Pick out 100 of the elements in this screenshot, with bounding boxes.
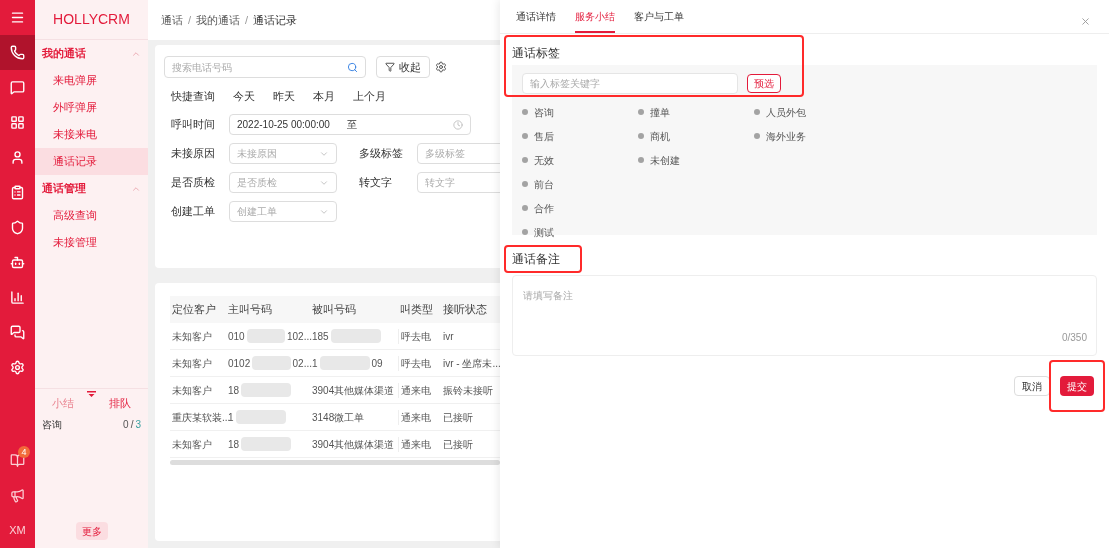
tag-label[interactable]: 合作 <box>534 200 554 216</box>
user-initials[interactable]: XM <box>9 513 26 548</box>
section-title: 通话备注 <box>511 251 560 268</box>
tag-label[interactable]: 前台 <box>534 176 554 192</box>
table-cell-text: 3148微工单 <box>312 410 365 425</box>
breadcrumb-separator: / <box>188 12 192 28</box>
tag-label[interactable]: 测试 <box>534 224 554 240</box>
tag-label[interactable]: 咨询 <box>534 104 554 120</box>
queue-tab[interactable]: 排队 <box>108 394 131 411</box>
column-header: 定位客户 <box>171 302 217 318</box>
table-cell-text: 18 <box>228 437 240 452</box>
settings-icon[interactable] <box>435 61 447 73</box>
queue-tab[interactable]: 小结 <box>52 394 75 411</box>
table-cell-text: 3904其他媒体渠道 <box>312 437 395 452</box>
phone-button[interactable] <box>0 35 35 70</box>
quick-query-option[interactable]: 今天 <box>233 87 255 105</box>
range-separator: 至 <box>347 118 357 132</box>
user-icon <box>10 150 25 165</box>
search-icon <box>347 61 358 73</box>
book-icon[interactable] <box>10 453 25 468</box>
tag-label[interactable]: 商机 <box>650 128 670 144</box>
collapse-button[interactable]: 收起 <box>376 56 430 78</box>
section-title: 通话标签 <box>511 45 561 62</box>
quick-query-option[interactable]: 昨天 <box>273 87 295 105</box>
field-label: 转文字 <box>359 175 393 191</box>
table-cell: 通来电 <box>398 382 443 398</box>
drawer-tab[interactable]: 客户与工单 <box>634 9 684 33</box>
column-header: 接听状态 <box>443 302 488 318</box>
tag-search-field[interactable]: 输入标签关键字 <box>522 73 738 94</box>
start-date: 2022-10-25 00:00:00 <box>237 118 331 132</box>
table-cell-text: 102... <box>286 329 312 344</box>
menu-icon <box>10 10 25 25</box>
select-field[interactable]: 是否质检 <box>229 172 337 193</box>
clipboard-icon <box>10 185 25 200</box>
quick-query-label: 快捷查询 <box>171 88 215 104</box>
table-cell-text: 1 <box>228 410 234 425</box>
quick-query-option[interactable]: 本月 <box>313 87 335 105</box>
tag-label[interactable]: 人员外包 <box>766 104 806 120</box>
table-cell-text: 未知客户 <box>171 329 213 344</box>
horizontal-scrollbar[interactable] <box>170 460 500 465</box>
clock-icon <box>453 119 463 130</box>
nav-item[interactable]: 未接来电 <box>35 121 148 148</box>
field-label: 是否质检 <box>171 175 216 191</box>
date-range-field[interactable]: 2022-10-25 00:00:00 至 <box>229 114 471 135</box>
table-cell-text: 振铃未接听 <box>443 383 494 398</box>
nav-group-header[interactable]: 通话管理 <box>35 175 148 202</box>
table-cell-text: 185 <box>312 329 329 344</box>
select-field[interactable]: 未接原因 <box>229 143 337 164</box>
queue-total: 3 <box>135 418 141 432</box>
table-cell-text: 未知客户 <box>171 383 213 398</box>
tag-label[interactable]: 撞单 <box>650 104 670 120</box>
table-cell-text: 1 <box>312 356 318 371</box>
table-cell: 通来电 <box>398 436 443 452</box>
shield-icon <box>10 220 25 235</box>
table-cell-text: 18 <box>228 383 240 398</box>
character-counter: 0/350 <box>1061 331 1087 345</box>
tag-label[interactable]: 海外业务 <box>766 128 806 144</box>
table-cell-text: 02... <box>292 356 312 371</box>
field-label: 未接原因 <box>171 146 216 162</box>
note-textarea[interactable]: 请填写备注 0/350 <box>512 275 1097 356</box>
triangle-marker-icon <box>87 390 96 397</box>
breadcrumb-link[interactable]: 我的通话 <box>196 11 241 29</box>
table-cell-text: 未知客户 <box>171 356 213 371</box>
queue-name: 咨询 <box>42 418 62 432</box>
search-field[interactable]: 搜索电话号码 <box>164 56 366 78</box>
table-cell-text: 09 <box>371 356 383 371</box>
table-cell-text: 010 <box>228 329 245 344</box>
notification-badge: 4 <box>18 446 30 458</box>
nav-item[interactable]: 外呼弹屏 <box>35 94 148 121</box>
table-cell-text: ivr - 坐席未... <box>443 356 502 371</box>
megaphone-icon[interactable] <box>10 488 25 503</box>
nav-item[interactable]: 通话记录 <box>35 148 148 175</box>
nav-item[interactable]: 来电弹屏 <box>35 67 148 94</box>
table-cell-text: ivr <box>443 329 455 344</box>
chat-bubble-icon <box>10 80 25 95</box>
nav-group-header[interactable]: 我的通话 <box>35 40 148 67</box>
messages-icon <box>10 325 25 340</box>
close-icon[interactable] <box>1080 16 1091 27</box>
drawer-tab[interactable]: 通话详情 <box>516 9 556 33</box>
nav-item[interactable]: 未接管理 <box>35 229 148 256</box>
tag-label[interactable]: 未创建 <box>650 152 680 168</box>
quick-query-option[interactable]: 上个月 <box>353 87 386 105</box>
select-field[interactable]: 创建工单 <box>229 201 337 222</box>
drawer-tab[interactable]: 服务小结 <box>575 9 615 33</box>
submit-button[interactable]: 提交 <box>1060 376 1094 396</box>
column-header: 被叫号码 <box>312 302 357 318</box>
breadcrumb-current: 通话记录 <box>253 12 298 28</box>
nav-item[interactable]: 高级查询 <box>35 202 148 229</box>
preselect-button[interactable]: 预选 <box>747 74 781 93</box>
queue-count: 0 <box>123 418 129 432</box>
tag-label[interactable]: 无效 <box>534 152 554 168</box>
robot-icon <box>10 255 25 270</box>
queue-separator: / <box>130 418 134 432</box>
tag-label[interactable]: 售后 <box>534 128 554 144</box>
table-cell-text: 重庆某软装... <box>171 410 228 425</box>
table-cell-text: 已接听 <box>443 437 474 452</box>
breadcrumb-link[interactable]: 通话 <box>161 11 183 29</box>
phone-icon <box>10 45 25 60</box>
field-label: 创建工单 <box>171 204 216 220</box>
more-button[interactable]: 更多 <box>75 522 108 540</box>
